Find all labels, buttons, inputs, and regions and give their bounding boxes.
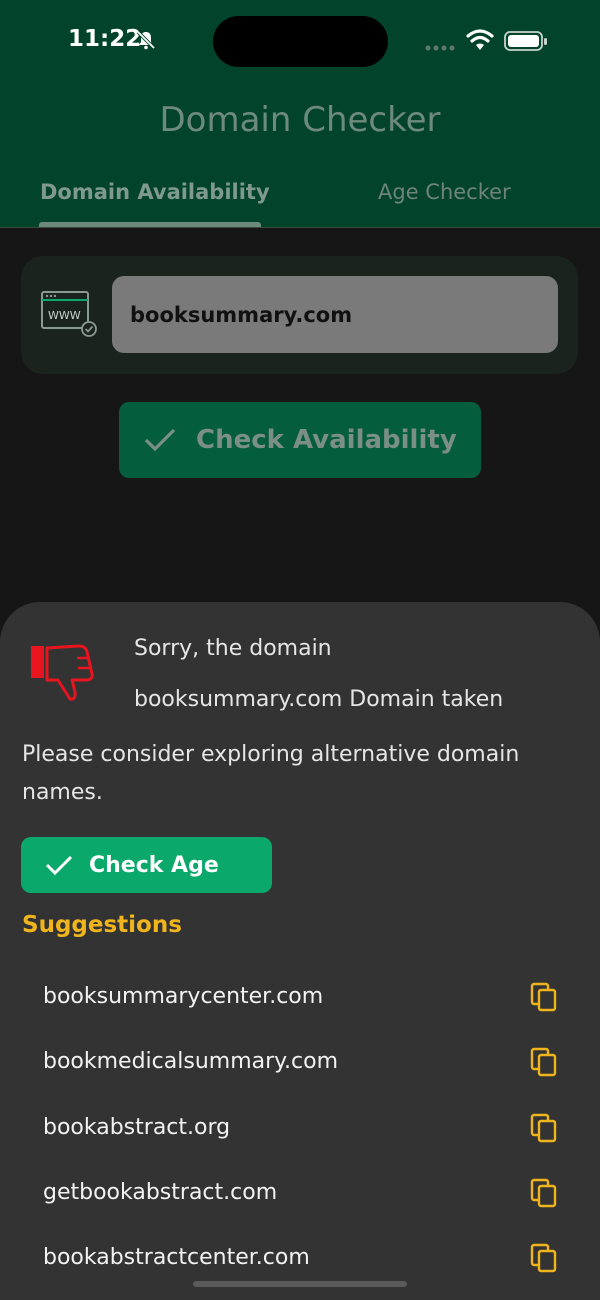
list-item: getbookabstract.com <box>0 1178 600 1240</box>
domain-input[interactable]: booksummary.com <box>112 276 558 353</box>
result-message: Please consider exploring alternative do… <box>22 742 520 805</box>
copy-icon[interactable] <box>530 1047 558 1077</box>
copy-icon[interactable] <box>530 982 558 1012</box>
dynamic-island <box>213 16 388 67</box>
www-globe-icon: WWW <box>41 291 97 337</box>
suggestion-text: getbookabstract.com <box>43 1180 278 1205</box>
copy-icon[interactable] <box>530 1243 558 1273</box>
status-time: 11:22 <box>68 26 142 52</box>
suggestion-text: bookabstract.org <box>43 1115 231 1140</box>
result-line-1: Sorry, the domain <box>134 636 332 661</box>
active-tab-indicator <box>39 222 261 227</box>
battery-icon <box>504 31 547 51</box>
copy-icon[interactable] <box>530 1178 558 1208</box>
suggestion-text: booksummarycenter.com <box>43 984 324 1009</box>
checkmark-icon <box>144 428 176 452</box>
cellular-signal-icon <box>425 45 455 51</box>
thumbs-down-icon <box>31 644 94 701</box>
page-title: Domain Checker <box>159 100 441 140</box>
tab-domain-availability[interactable]: Domain Availability <box>40 180 270 204</box>
svg-text:WWW: WWW <box>48 309 81 322</box>
suggestions-heading: Suggestions <box>22 912 182 938</box>
bell-muted-icon <box>136 30 156 50</box>
result-line-2: booksummary.com Domain taken <box>134 687 504 712</box>
tab-age-checker[interactable]: Age Checker <box>378 180 511 204</box>
checkmark-icon <box>45 855 73 876</box>
suggestion-text: bookabstractcenter.com <box>43 1245 310 1270</box>
wifi-icon <box>466 29 494 50</box>
check-age-label: Check Age <box>89 852 219 878</box>
list-item: booksummarycenter.com <box>0 982 600 1044</box>
app-header: 11:22 Domain Checker Domain Availability… <box>0 0 600 228</box>
copy-icon[interactable] <box>530 1113 558 1143</box>
suggestion-text: bookmedicalsummary.com <box>43 1049 339 1074</box>
home-indicator[interactable] <box>193 1281 407 1287</box>
list-item: bookabstractcenter.com <box>0 1243 600 1300</box>
check-availability-label: Check Availability <box>196 425 457 455</box>
check-age-button[interactable]: Check Age <box>21 837 272 893</box>
list-item: bookmedicalsummary.com <box>0 1047 600 1109</box>
list-item: bookabstract.org <box>0 1113 600 1175</box>
check-availability-button[interactable]: Check Availability <box>119 402 481 478</box>
